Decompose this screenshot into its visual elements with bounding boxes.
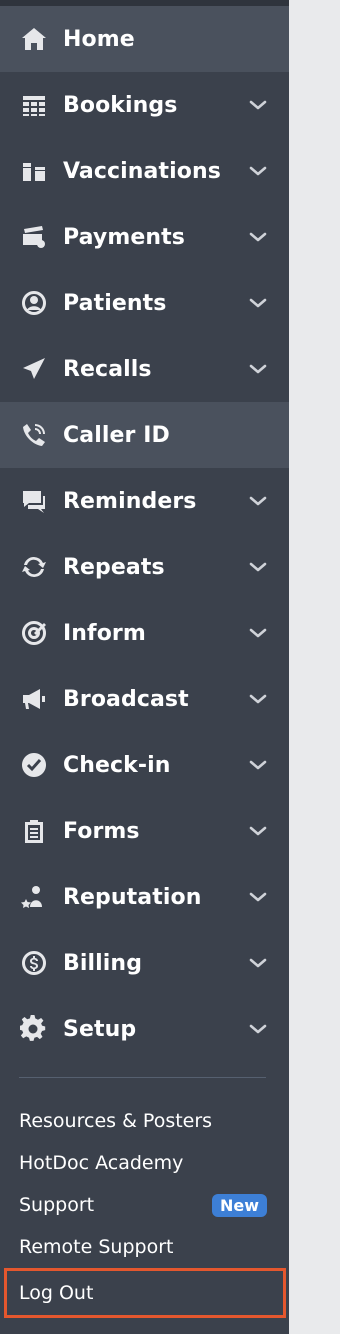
table-icon <box>18 89 50 121</box>
sidebar-item-label: Inform <box>63 620 146 646</box>
sidebar-item-label: Home <box>63 26 135 52</box>
logout-link[interactable]: Log Out <box>4 1268 286 1318</box>
chevron-down-icon[interactable] <box>249 492 267 506</box>
sidebar-item-label: Bookings <box>63 92 178 118</box>
gear-icon <box>18 1013 50 1045</box>
home-icon <box>18 23 50 55</box>
sidebar-item-caller-id[interactable]: Caller ID <box>0 402 289 468</box>
chevron-down-icon[interactable] <box>249 294 267 308</box>
repeat-icon <box>18 551 50 583</box>
sidebar-item-label: Patients <box>63 290 167 316</box>
sidebar-item-patients[interactable]: Patients <box>0 270 289 336</box>
sidebar-item-label: Reminders <box>63 488 197 514</box>
dollar-icon <box>18 947 50 979</box>
chevron-down-icon[interactable] <box>249 822 267 836</box>
sidebar-item-repeats[interactable]: Repeats <box>0 534 289 600</box>
sidebar-item-recalls[interactable]: Recalls <box>0 336 289 402</box>
sidebar-item-label: Repeats <box>63 554 165 580</box>
sidebar-divider <box>19 1077 266 1078</box>
sidebar-item-reputation[interactable]: Reputation <box>0 864 289 930</box>
chevron-down-icon[interactable] <box>249 888 267 902</box>
clipboard-icon <box>18 815 50 847</box>
sidebar-item-bookings[interactable]: Bookings <box>0 72 289 138</box>
sidebar-item-label: Forms <box>63 818 140 844</box>
chevron-down-icon[interactable] <box>249 228 267 242</box>
vaccine-icon <box>18 155 50 187</box>
sidebar-item-label: Check-in <box>63 752 171 778</box>
chevron-down-icon[interactable] <box>249 558 267 572</box>
sidebar-item-inform[interactable]: Inform <box>0 600 289 666</box>
resources-link[interactable]: Resources & Posters <box>0 1100 289 1142</box>
sidebar: Home Bookings Vaccinations Payments Patients… <box>0 0 289 1334</box>
sidebar-item-setup[interactable]: Setup <box>0 996 289 1062</box>
sidebar-item-label: Broadcast <box>63 686 189 712</box>
sidebar-item-billing[interactable]: Billing <box>0 930 289 996</box>
sidebar-item-forms[interactable]: Forms <box>0 798 289 864</box>
chevron-down-icon[interactable] <box>249 756 267 770</box>
chevron-down-icon[interactable] <box>249 162 267 176</box>
payment-icon <box>18 221 50 253</box>
sidebar-item-home[interactable]: Home <box>0 6 289 72</box>
chat-icon <box>18 485 50 517</box>
sidebar-item-label: Reputation <box>63 884 202 910</box>
nav-list: Home Bookings Vaccinations Payments Patients… <box>0 6 289 1062</box>
sidebar-item-label: Caller ID <box>63 422 170 448</box>
sidebar-item-vaccinations[interactable]: Vaccinations <box>0 138 289 204</box>
user-circle-icon <box>18 287 50 319</box>
academy-link[interactable]: HotDoc Academy <box>0 1142 289 1184</box>
sidebar-item-check-in[interactable]: Check-in <box>0 732 289 798</box>
chevron-down-icon[interactable] <box>249 360 267 374</box>
support-link-label: Support <box>19 1194 95 1216</box>
remote-support-link[interactable]: Remote Support <box>0 1226 289 1268</box>
chevron-down-icon[interactable] <box>249 690 267 704</box>
new-badge: New <box>211 1193 267 1217</box>
star-user-icon <box>18 881 50 913</box>
chevron-down-icon[interactable] <box>249 954 267 968</box>
phone-icon <box>18 419 50 451</box>
sidebar-item-label: Setup <box>63 1016 137 1042</box>
sidebar-item-label: Payments <box>63 224 185 250</box>
chevron-down-icon[interactable] <box>249 96 267 110</box>
sidebar-item-label: Recalls <box>63 356 152 382</box>
sidebar-item-reminders[interactable]: Reminders <box>0 468 289 534</box>
sidebar-item-payments[interactable]: Payments <box>0 204 289 270</box>
sidebar-item-label: Vaccinations <box>63 158 221 184</box>
check-circle-icon <box>18 749 50 781</box>
support-link[interactable]: Support New <box>0 1184 289 1226</box>
sidebar-item-broadcast[interactable]: Broadcast <box>0 666 289 732</box>
megaphone-icon <box>18 683 50 715</box>
sidebar-item-label: Billing <box>63 950 143 976</box>
chevron-down-icon[interactable] <box>249 1020 267 1034</box>
paper-plane-icon <box>18 353 50 385</box>
target-icon <box>18 617 50 649</box>
chevron-down-icon[interactable] <box>249 624 267 638</box>
